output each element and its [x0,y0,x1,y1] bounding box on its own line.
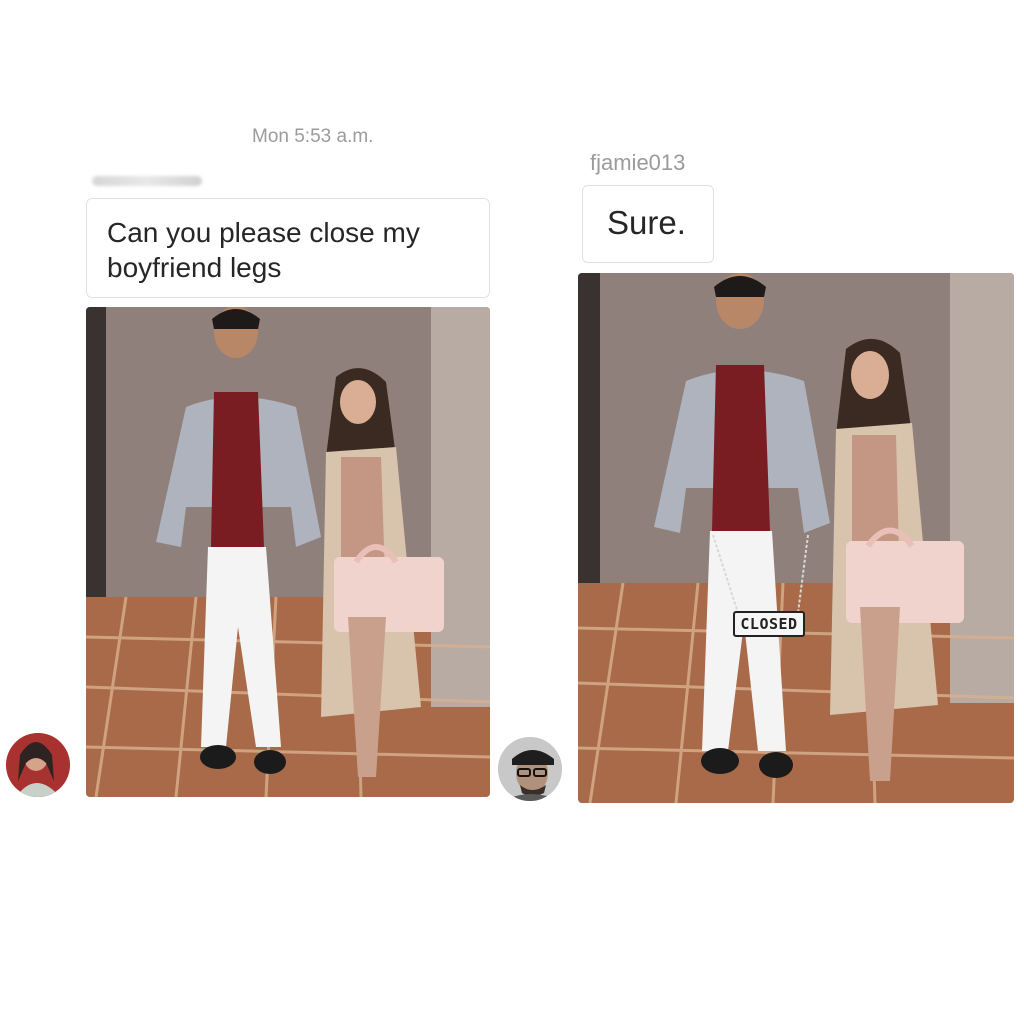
right-chat-panel: fjamie013 Sure. CLOSED [498,0,1024,1024]
blurred-sender-name [92,176,202,186]
reply-message-bubble: Sure. [582,185,714,263]
edited-photo[interactable]: CLOSED [578,273,1014,803]
original-photo[interactable] [86,307,490,797]
user-avatar-image [6,733,70,797]
request-message-bubble: Can you please close my boyfriend legs [86,198,490,298]
user-avatar[interactable] [6,733,70,797]
fjamie013-avatar-image [498,737,562,801]
fjamie013-avatar[interactable] [498,737,562,801]
edited-photo-image [578,273,1014,803]
original-photo-image [86,307,490,797]
message-timestamp: Mon 5:53 a.m. [252,126,374,147]
reply-username[interactable]: fjamie013 [590,150,685,176]
closed-sign: CLOSED [733,611,805,637]
left-chat-panel: Mon 5:53 a.m. Can you please close my bo… [0,0,510,1024]
